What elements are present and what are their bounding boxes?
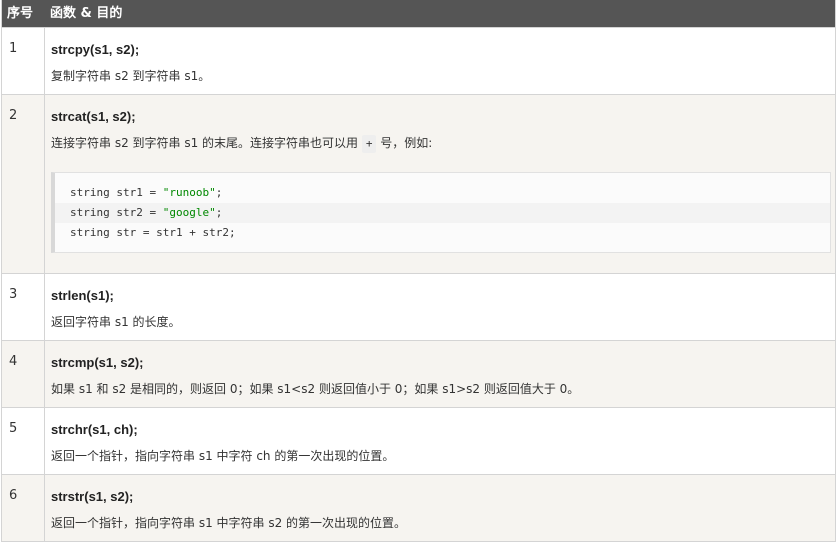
function-name: strcmp(s1, s2); — [51, 355, 144, 370]
function-name: strstr(s1, s2); — [51, 489, 134, 504]
functions-table: 序号 函数 & 目的 1 strcpy(s1, s2); 复制字符串 s2 到字… — [1, 0, 836, 542]
plus-operator: + — [361, 135, 377, 153]
row-number: 3 — [2, 274, 45, 340]
row-number: 1 — [2, 28, 45, 94]
code-line: string str = str1 + str2; — [70, 226, 236, 239]
function-description: 如果 s1 和 s2 是相同的，则返回 0；如果 s1<s2 则返回值小于 0；… — [51, 382, 580, 396]
table-row: 3 strlen(s1); 返回字符串 s1 的长度。 — [2, 273, 835, 340]
row-number: 5 — [2, 408, 45, 474]
function-name: strcat(s1, s2); — [51, 109, 136, 124]
header-index: 序号 — [7, 6, 34, 21]
function-description: 返回字符串 s1 的长度。 — [51, 315, 181, 329]
code-line: string str1 = "runoob"; — [70, 186, 223, 199]
table-row: 5 strchr(s1, ch); 返回一个指针，指向字符串 s1 中字符 ch… — [2, 407, 835, 474]
function-name: strcpy(s1, s2); — [51, 42, 140, 57]
function-description: 复制字符串 s2 到字符串 s1。 — [51, 69, 211, 83]
row-number: 6 — [2, 475, 45, 541]
table-row: 6 strstr(s1, s2); 返回一个指针，指向字符串 s1 中字符串 s… — [2, 474, 835, 542]
function-name: strchr(s1, ch); — [51, 422, 138, 437]
function-name: strlen(s1); — [51, 288, 114, 303]
table-row: 1 strcpy(s1, s2); 复制字符串 s2 到字符串 s1。 — [2, 27, 835, 94]
row-number: 2 — [2, 95, 45, 273]
function-description: 连接字符串 s2 到字符串 s1 的末尾。连接字符串也可以用 + 号，例如: — [51, 134, 835, 153]
description-text: 号，例如: — [376, 136, 433, 150]
table-header: 序号 函数 & 目的 — [2, 0, 835, 27]
code-block: string str1 = "runoob"; string str2 = "g… — [51, 172, 831, 253]
code-line: string str2 = "google"; — [55, 203, 830, 223]
function-description: 返回一个指针，指向字符串 s1 中字符串 s2 的第一次出现的位置。 — [51, 516, 407, 530]
table-row: 2 strcat(s1, s2); 连接字符串 s2 到字符串 s1 的末尾。连… — [2, 94, 835, 273]
function-description: 返回一个指针，指向字符串 s1 中字符 ch 的第一次出现的位置。 — [51, 449, 395, 463]
table-row: 4 strcmp(s1, s2); 如果 s1 和 s2 是相同的，则返回 0；… — [2, 340, 835, 407]
header-function: 函数 & 目的 — [50, 6, 123, 21]
description-text: 连接字符串 s2 到字符串 s1 的末尾。连接字符串也可以用 — [51, 136, 362, 150]
row-number: 4 — [2, 341, 45, 407]
